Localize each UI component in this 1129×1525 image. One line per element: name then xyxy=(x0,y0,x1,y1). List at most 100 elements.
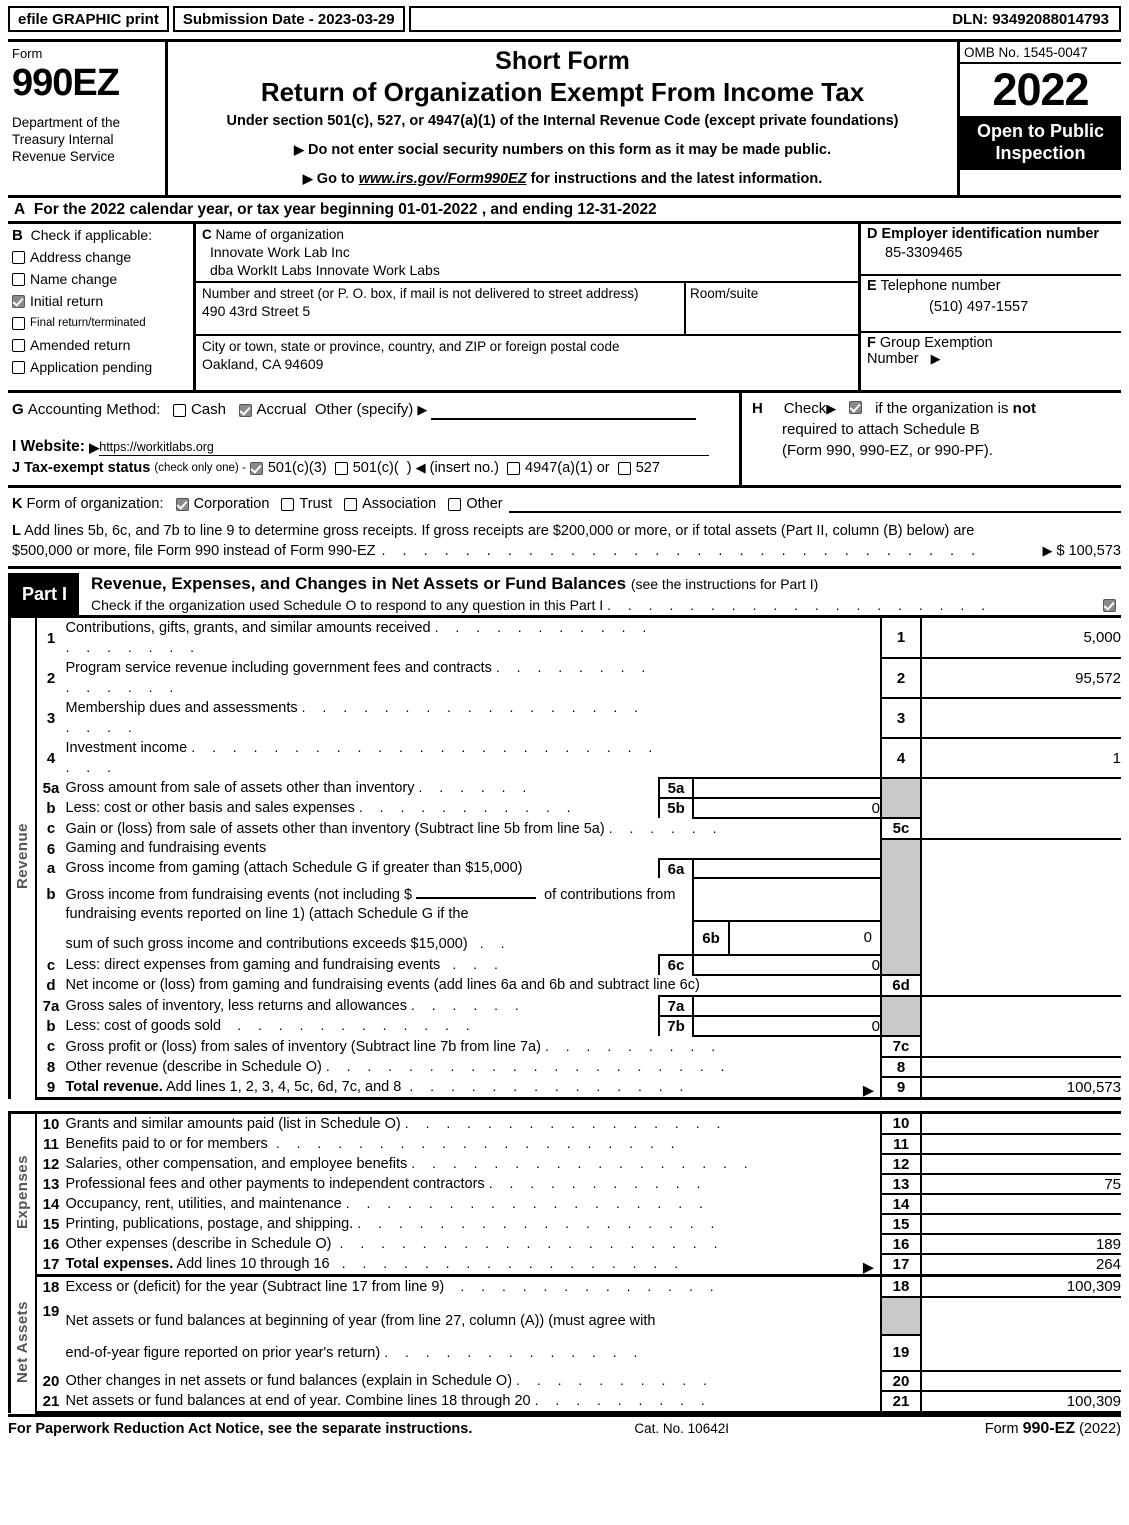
line-value-5c[interactable] xyxy=(920,818,1121,839)
line-value-4[interactable]: 1 xyxy=(920,737,1121,778)
row-desc-6a: Gross income from gaming (attach Schedul… xyxy=(65,860,523,876)
checkbox-icon-501c3[interactable] xyxy=(249,461,263,475)
checkbox-icon-trust[interactable] xyxy=(281,497,295,511)
line-number-3: 3 xyxy=(880,697,921,738)
checkbox-name-change[interactable]: Name change xyxy=(12,269,193,290)
table-row: Revenue 1 Contributions, gifts, grants, … xyxy=(8,615,1121,1099)
checkbox-initial-return[interactable]: Initial return xyxy=(12,291,193,312)
row-number-6b: b xyxy=(34,878,66,955)
row-number-5b: b xyxy=(34,798,66,818)
line-value-12[interactable] xyxy=(920,1153,1121,1174)
line-value-3[interactable] xyxy=(920,697,1121,738)
line-value-20[interactable] xyxy=(920,1370,1121,1391)
line-value-13[interactable]: 75 xyxy=(920,1173,1121,1194)
line-value-15[interactable] xyxy=(920,1213,1121,1234)
checkbox-label-initial-return: Initial return xyxy=(30,293,104,309)
line-value-9[interactable]: 100,573 xyxy=(920,1076,1121,1100)
inner-value-7b[interactable]: 0 xyxy=(692,1015,881,1037)
triangle-bullet-icon-g: ▶ xyxy=(417,402,428,417)
checkbox-icon-final-return[interactable] xyxy=(12,317,25,330)
checkbox-icon-address-change[interactable] xyxy=(12,251,25,264)
section-b-heading-text: Check if applicable: xyxy=(30,227,153,243)
line-value-19[interactable] xyxy=(920,1296,1121,1371)
irs-form990ez-link[interactable]: www.irs.gov/Form990EZ xyxy=(359,171,527,187)
checkbox-label-cash: Cash xyxy=(190,401,226,418)
line-value-6d[interactable] xyxy=(920,975,1121,996)
inner-value-6a[interactable] xyxy=(692,858,881,879)
org-name-label: C Name of organization xyxy=(202,226,858,243)
line-number-2: 2 xyxy=(880,657,921,698)
checkbox-icon-initial-return[interactable] xyxy=(12,295,25,308)
checkbox-application-pending[interactable]: Application pending xyxy=(12,357,193,378)
checkbox-final-return[interactable]: Final return/terminated xyxy=(12,313,193,334)
checkbox-icon-amended-return[interactable] xyxy=(12,339,25,352)
line-number-1: 1 xyxy=(880,615,921,658)
triangle-bullet-icon: ▶ xyxy=(294,142,305,157)
checkbox-amended-return[interactable]: Amended return xyxy=(12,335,193,356)
checkbox-icon-schedule-b[interactable] xyxy=(848,401,862,414)
accounting-other-input[interactable] xyxy=(431,401,697,420)
line-value-2[interactable]: 95,572 xyxy=(920,657,1121,698)
line-value-1[interactable]: 5,000 xyxy=(920,615,1121,658)
line-value-16[interactable]: 189 xyxy=(920,1233,1121,1254)
table-row: 19 Net assets or fund balances at beginn… xyxy=(10,1296,1121,1371)
org-name-label-text: Name of organization xyxy=(215,227,344,242)
checkbox-icon-4947a1[interactable] xyxy=(507,461,520,475)
checkbox-icon-other-org[interactable] xyxy=(448,497,462,511)
line-value-14[interactable] xyxy=(920,1193,1121,1214)
line-value-10[interactable] xyxy=(920,1111,1121,1134)
section-h-letter: H xyxy=(752,400,763,417)
line-value-8[interactable] xyxy=(920,1056,1121,1077)
row-desc-13: Professional fees and other payments to … xyxy=(65,1175,707,1192)
row-number-19: 19 xyxy=(34,1297,66,1371)
table-row: d Net income or (loss) from gaming and f… xyxy=(10,974,1121,996)
section-g-label: Accounting Method: xyxy=(27,401,161,418)
line-value-21[interactable]: 100,309 xyxy=(920,1390,1121,1414)
checkbox-icon-schedule-o[interactable] xyxy=(1103,598,1116,612)
line-value-7c[interactable] xyxy=(920,1036,1121,1057)
line-number-7c: 7c xyxy=(880,1035,921,1057)
inner-value-5a[interactable] xyxy=(692,777,881,798)
inner-value-5b[interactable]: 0 xyxy=(692,797,881,819)
row-number-12: 12 xyxy=(34,1154,66,1174)
row-number-5a: 5a xyxy=(34,778,66,798)
ein-value: 85-3309465 xyxy=(885,245,963,261)
row-number-17: 17 xyxy=(34,1254,66,1277)
fundraising-contrib-input[interactable] xyxy=(416,897,537,899)
inner-value-7a[interactable] xyxy=(692,995,881,1016)
line-number-17: 17 xyxy=(880,1253,921,1277)
checkbox-icon-name-change[interactable] xyxy=(12,273,25,286)
part-i-title-text: Revenue, Expenses, and Changes in Net As… xyxy=(91,574,627,593)
checkbox-icon-association[interactable] xyxy=(344,497,358,511)
org-city-value: Oakland, CA 94609 xyxy=(202,356,324,372)
shaded-cell-7 xyxy=(880,995,921,1036)
checkbox-icon-accrual[interactable] xyxy=(238,403,252,417)
checkbox-label-527: 527 xyxy=(635,460,660,476)
line-number-13: 13 xyxy=(880,1173,921,1194)
checkbox-icon-527[interactable] xyxy=(617,461,631,475)
org-city-row: City or town, state or province, country… xyxy=(196,336,858,390)
inner-value-6c[interactable]: 0 xyxy=(692,954,881,976)
row-desc-6b-l2: fundraising events reported on line 1) (… xyxy=(65,906,469,922)
section-l-gross-receipts: L Add lines 5b, 6c, and 7b to line 9 to … xyxy=(12,516,1121,566)
masthead-center: Short Form Return of Organization Exempt… xyxy=(168,42,957,195)
row-desc-6c: Less: direct expenses from gaming and fu… xyxy=(65,956,505,973)
section-def-column: D Employer identification number 85-3309… xyxy=(861,224,1121,390)
table-row: c Gross profit or (loss) from sales of i… xyxy=(10,1035,1121,1057)
line-value-11[interactable] xyxy=(920,1133,1121,1154)
checkbox-icon-application-pending[interactable] xyxy=(12,361,25,374)
checkbox-address-change[interactable]: Address change xyxy=(12,247,193,268)
checkbox-icon-501c[interactable] xyxy=(334,461,348,475)
row-desc-11: Benefits paid to or for members . . . . … xyxy=(65,1135,682,1152)
website-value[interactable]: https://workitlabs.org xyxy=(99,440,710,456)
form-of-org-other-input[interactable] xyxy=(508,496,1121,513)
table-row: 7a Gross sales of inventory, less return… xyxy=(10,995,1121,1036)
line-value-17[interactable]: 264 xyxy=(920,1253,1121,1277)
paperwork-notice: For Paperwork Reduction Act Notice, see … xyxy=(8,1421,473,1437)
checkbox-icon-cash[interactable] xyxy=(172,403,186,417)
inner-value-6b[interactable]: 0 xyxy=(728,922,880,954)
footer-form-year: (2022) xyxy=(1079,1421,1121,1437)
checkbox-icon-corporation[interactable] xyxy=(175,497,189,511)
line-value-18[interactable]: 100,309 xyxy=(920,1275,1121,1297)
checkbox-label-final-return: Final return/terminated xyxy=(30,317,146,329)
